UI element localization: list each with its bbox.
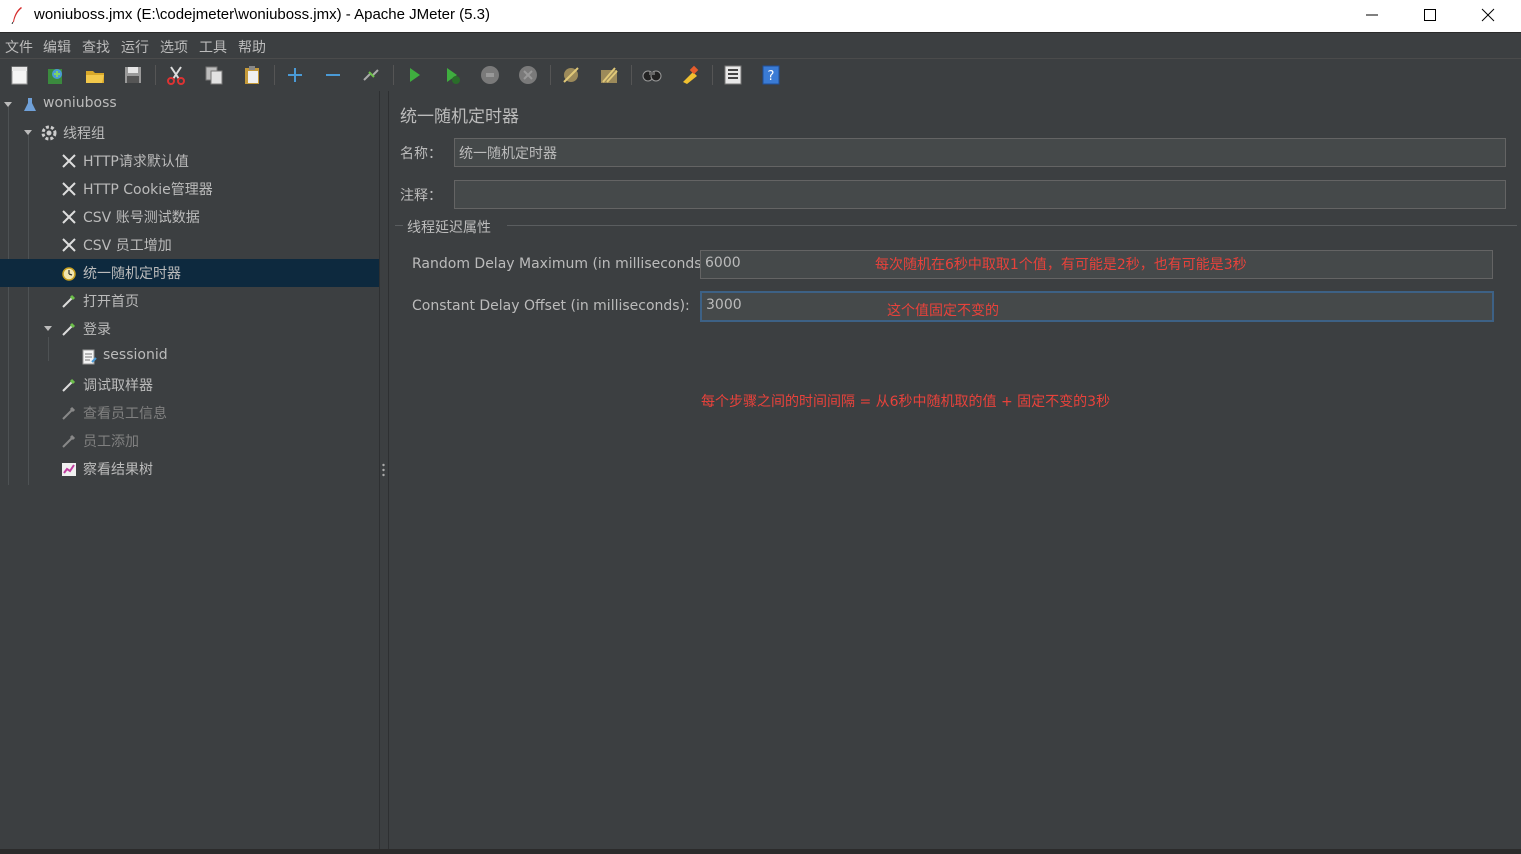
tree-item-view-results-tree[interactable]: 察看结果树 — [0, 455, 379, 483]
name-label: 名称： — [400, 146, 442, 162]
sampler-pipette-icon — [61, 433, 77, 449]
tree-item-open-homepage[interactable]: 打开首页 — [0, 287, 379, 315]
constant-offset-annotation: 这个值固定不变的 — [887, 303, 999, 319]
window-title: woniuboss.jmx (E:\codejmeter\woniuboss.j… — [34, 6, 491, 23]
stop-icon[interactable] — [479, 64, 501, 86]
menu-run[interactable]: 运行 — [121, 37, 149, 57]
templates-icon[interactable] — [45, 64, 67, 86]
clear-icon[interactable] — [560, 64, 582, 86]
start-icon[interactable] — [403, 64, 425, 86]
clear-all-icon[interactable] — [598, 64, 620, 86]
extractor-document-icon — [81, 349, 97, 365]
tree-item-csv-accounts[interactable]: CSV 账号测试数据 — [0, 203, 379, 231]
config-tools-icon — [61, 237, 77, 253]
config-tools-icon — [61, 153, 77, 169]
comment-label: 注释： — [400, 188, 442, 204]
menu-tools[interactable]: 工具 — [199, 37, 227, 57]
constant-offset-input[interactable]: 3000 — [700, 291, 1494, 322]
svg-text:?: ? — [768, 69, 775, 84]
paste-icon[interactable] — [241, 64, 263, 86]
chart-listener-icon — [61, 461, 77, 477]
drag-handle-icon — [382, 463, 385, 477]
tree-item-thread-group[interactable]: 线程组 — [0, 119, 379, 147]
comment-field[interactable] — [454, 180, 1506, 209]
tree-item-sessionid[interactable]: sessionid — [0, 343, 379, 371]
help-icon[interactable]: ? — [760, 64, 782, 86]
panel-title: 统一随机定时器 — [400, 107, 519, 127]
function-helper-icon[interactable] — [722, 64, 744, 86]
copy-icon[interactable] — [203, 64, 225, 86]
interval-formula-annotation: 每个步骤之间的时间间隔 = 从6秒中随机取的值 + 固定不变的3秒 — [701, 394, 1111, 410]
panel-splitter[interactable] — [380, 91, 389, 854]
collapse-icon[interactable] — [322, 64, 344, 86]
expand-icon[interactable] — [284, 64, 306, 86]
shutdown-icon[interactable] — [517, 64, 539, 86]
save-icon[interactable] — [122, 64, 144, 86]
config-tools-icon — [61, 181, 77, 197]
flask-icon — [22, 97, 38, 113]
tree-item-http-defaults[interactable]: HTTP请求默认值 — [0, 147, 379, 175]
tree-item-cookie-manager[interactable]: HTTP Cookie管理器 — [0, 175, 379, 203]
close-button[interactable] — [1459, 0, 1517, 30]
toolbar: ? — [0, 58, 1521, 92]
title-bar: woniuboss.jmx (E:\codejmeter\woniuboss.j… — [0, 0, 1521, 32]
timer-clock-icon — [61, 265, 77, 281]
config-tools-icon — [61, 209, 77, 225]
menu-bar: 文件 编辑 查找 运行 选项 工具 帮助 — [0, 32, 1521, 59]
tree-item-login[interactable]: 登录 — [0, 315, 379, 343]
reset-search-icon[interactable] — [679, 64, 701, 86]
tree-item-csv-employee-add[interactable]: CSV 员工增加 — [0, 231, 379, 259]
name-field[interactable]: 统一随机定时器 — [454, 138, 1506, 167]
cut-icon[interactable] — [165, 64, 187, 86]
menu-edit[interactable]: 编辑 — [43, 37, 71, 57]
toggle-icon[interactable] — [360, 64, 382, 86]
search-icon[interactable] — [641, 64, 663, 86]
taskbar-edge — [0, 849, 1521, 854]
menu-options[interactable]: 选项 — [160, 37, 188, 57]
minimize-button[interactable] — [1343, 0, 1401, 30]
thread-delay-group-title: 线程延迟属性 — [407, 220, 491, 236]
tree-item-woniuboss[interactable]: woniuboss — [0, 91, 379, 119]
start-no-pause-icon[interactable] — [441, 64, 463, 86]
test-plan-tree: woniuboss 线程组 HTTP请求默认值 HTTP Cookie管理器 C… — [0, 91, 380, 854]
sampler-pipette-icon — [61, 321, 77, 337]
jmeter-feather-icon — [10, 6, 24, 25]
sampler-pipette-icon — [61, 293, 77, 309]
tree-item-add-employee[interactable]: 员工添加 — [0, 427, 379, 455]
sampler-pipette-icon — [61, 377, 77, 393]
random-delay-label: Random Delay Maximum (in milliseconds): — [412, 256, 712, 272]
open-icon[interactable] — [84, 64, 106, 86]
gear-icon — [41, 125, 57, 141]
tree-item-uniform-random-timer[interactable]: 统一随机定时器 — [0, 259, 379, 287]
random-delay-annotation: 每次随机在6秒中取取1个值，有可能是2秒，也有可能是3秒 — [875, 257, 1247, 273]
menu-file[interactable]: 文件 — [5, 37, 33, 57]
maximize-button[interactable] — [1401, 0, 1459, 30]
constant-offset-label: Constant Delay Offset (in milliseconds): — [412, 298, 690, 314]
sampler-pipette-icon — [61, 405, 77, 421]
timer-config-panel: 统一随机定时器 名称： 统一随机定时器 注释： 线程延迟属性 Random De… — [389, 91, 1521, 854]
tree-item-debug-sampler[interactable]: 调试取样器 — [0, 371, 379, 399]
new-icon[interactable] — [9, 64, 31, 86]
menu-help[interactable]: 帮助 — [238, 37, 266, 57]
menu-search[interactable]: 查找 — [82, 37, 110, 57]
tree-item-view-employee[interactable]: 查看员工信息 — [0, 399, 379, 427]
